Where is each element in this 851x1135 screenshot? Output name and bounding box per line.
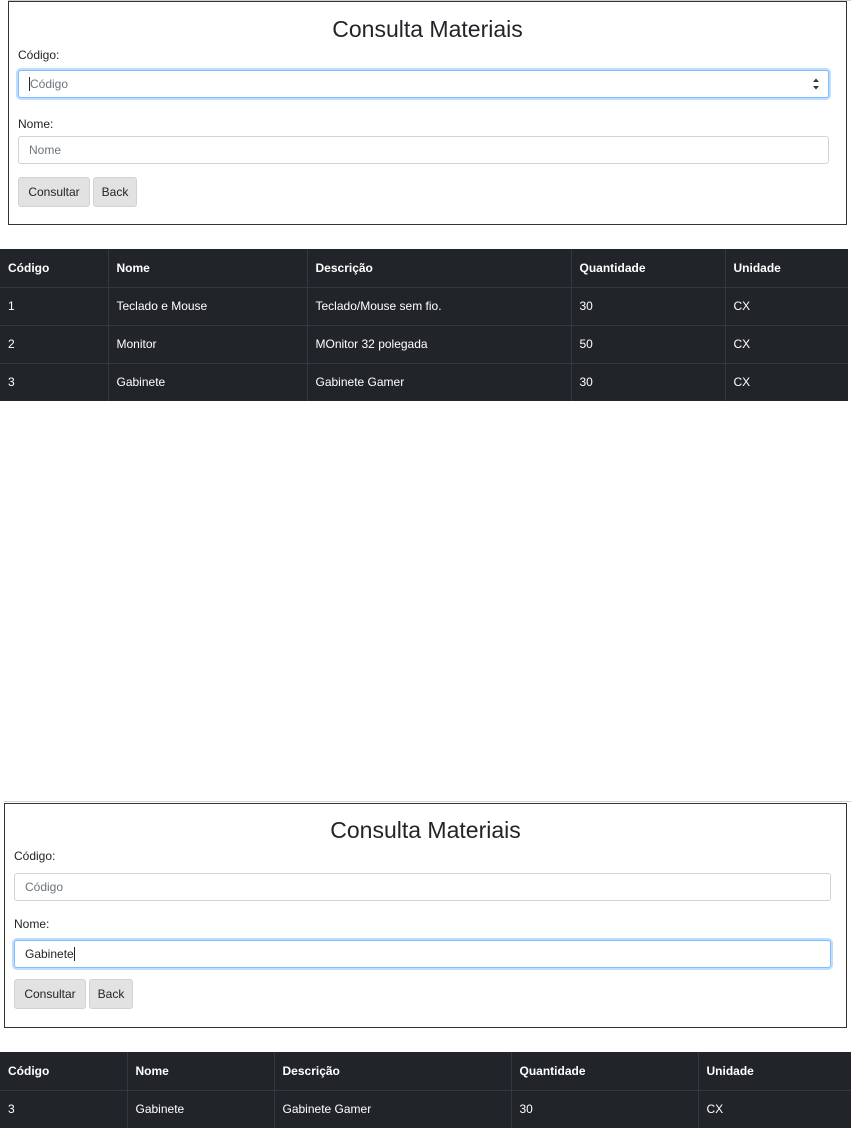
cell-nome: Teclado e Mouse xyxy=(107,286,307,325)
cell-unidade: CX xyxy=(724,362,848,401)
table-row: 3 Gabinete Gabinete Gamer 30 CX xyxy=(0,1089,851,1128)
table-row: 2 Monitor MOnitor 32 polegada 50 CX xyxy=(0,324,848,363)
nome-label: Nome: xyxy=(18,117,54,131)
table-row: 3 Gabinete Gabinete Gamer 30 CX xyxy=(0,362,848,401)
column-header-unidade: Unidade xyxy=(697,1052,851,1091)
cell-unidade: CX xyxy=(724,324,848,363)
column-header-nome: Nome xyxy=(126,1052,274,1091)
codigo-placeholder: Código xyxy=(30,77,69,91)
codigo-label: Código: xyxy=(14,849,56,863)
cell-unidade: CX xyxy=(724,286,848,325)
back-button[interactable]: Back xyxy=(93,177,137,207)
table-row: 1 Teclado e Mouse Teclado/Mouse sem fio.… xyxy=(0,286,848,325)
column-header-nome: Nome xyxy=(107,249,307,288)
consultar-button[interactable]: Consultar xyxy=(14,979,86,1009)
cell-quantidade: 50 xyxy=(570,324,725,363)
cell-quantidade: 30 xyxy=(510,1089,698,1128)
cell-descricao: Gabinete Gamer xyxy=(306,362,571,401)
codigo-label: Código: xyxy=(18,48,60,62)
table-header-row: Código Nome Descrição Quantidade Unidade xyxy=(0,1052,851,1091)
cell-quantidade: 30 xyxy=(570,286,725,325)
cell-nome: Gabinete xyxy=(126,1089,274,1128)
nome-value: Gabinete xyxy=(25,947,74,961)
cell-unidade: CX xyxy=(697,1089,851,1128)
results-table: Código Nome Descrição Quantidade Unidade… xyxy=(0,249,848,401)
column-header-quantidade: Quantidade xyxy=(570,249,725,288)
search-form-panel: Consulta Materiais Código: Código Nome: … xyxy=(8,1,847,225)
cell-nome: Gabinete xyxy=(107,362,307,401)
nome-label: Nome: xyxy=(14,917,50,931)
cell-codigo: 2 xyxy=(0,324,108,363)
page-title: Consulta Materiais xyxy=(332,16,523,42)
page-title: Consulta Materiais xyxy=(330,817,521,843)
cell-codigo: 3 xyxy=(0,1089,127,1128)
table-header-row: Código Nome Descrição Quantidade Unidade xyxy=(0,249,848,288)
text-caret xyxy=(73,947,75,961)
column-header-quantidade: Quantidade xyxy=(510,1052,698,1091)
results-table: Código Nome Descrição Quantidade Unidade… xyxy=(0,1052,851,1128)
nome-placeholder: Nome xyxy=(29,143,62,157)
cell-descricao: Gabinete Gamer xyxy=(273,1089,511,1128)
codigo-input[interactable]: Código xyxy=(14,873,831,901)
cell-descricao: Teclado/Mouse sem fio. xyxy=(306,286,571,325)
consultar-button[interactable]: Consultar xyxy=(18,177,90,207)
back-button[interactable]: Back xyxy=(89,979,133,1009)
cell-codigo: 1 xyxy=(0,286,108,325)
column-header-descricao: Descrição xyxy=(306,249,571,288)
top-edge-line xyxy=(4,801,851,802)
column-header-descricao: Descrição xyxy=(273,1052,511,1091)
cell-quantidade: 30 xyxy=(570,362,725,401)
cell-nome: Monitor xyxy=(107,324,307,363)
search-form-panel: Consulta Materiais Código: Código Nome: … xyxy=(4,803,847,1028)
codigo-placeholder: Código xyxy=(25,880,64,894)
number-spinner-icon[interactable] xyxy=(812,77,820,91)
cell-descricao: MOnitor 32 polegada xyxy=(306,324,571,363)
column-header-unidade: Unidade xyxy=(724,249,848,288)
codigo-input[interactable]: Código xyxy=(18,70,829,98)
nome-input[interactable]: Gabinete xyxy=(14,940,831,968)
cell-codigo: 3 xyxy=(0,362,108,401)
column-header-codigo: Código xyxy=(0,249,108,288)
column-header-codigo: Código xyxy=(0,1052,127,1091)
nome-input[interactable]: Nome xyxy=(18,136,829,164)
